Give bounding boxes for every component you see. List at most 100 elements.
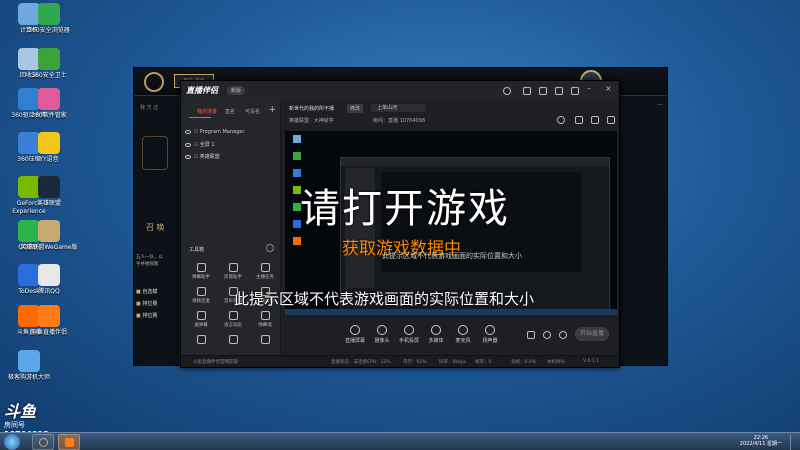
tool-icon <box>228 335 238 344</box>
status-item: V 6.1.1 <box>583 359 599 364</box>
tool-icon <box>260 335 270 344</box>
control-icon <box>431 325 441 335</box>
tool-item[interactable] <box>219 335 247 346</box>
control-button[interactable]: 多媒体 <box>422 325 450 344</box>
message-icon[interactable] <box>523 87 531 95</box>
status-left[interactable]: 斗鱼直播伴侣官网获取 <box>193 359 238 365</box>
start-button[interactable] <box>4 434 20 450</box>
lol-mode-item[interactable]: ■ 自选模 <box>136 286 157 298</box>
app-icon <box>18 350 40 372</box>
control-icon <box>458 325 468 335</box>
desktop-icon[interactable]: YY语音 <box>20 132 78 164</box>
tool-icon <box>196 287 206 296</box>
desktop-icon[interactable]: 360安全浏览器 <box>20 3 78 35</box>
category-input[interactable]: 上单山河 <box>371 104 425 112</box>
desktop-icon[interactable]: 360安全卫士 <box>20 48 78 80</box>
camera-settings-icon[interactable] <box>527 331 535 339</box>
tool-label: 弹幕助手 <box>192 275 210 280</box>
edit-title-button[interactable]: 修改 <box>347 104 364 113</box>
tool-item[interactable]: 语言动态 <box>219 311 247 328</box>
settings-gear-icon[interactable] <box>559 331 567 339</box>
visibility-eye-icon[interactable] <box>185 129 191 134</box>
control-label: 麦克风 <box>455 338 471 344</box>
stream-title: 新世代的我的所不播 <box>289 106 335 112</box>
lol-menu-dots[interactable]: ··· <box>657 102 663 109</box>
tab-my-scene[interactable]: 我的场景 <box>197 108 217 115</box>
fullscreen-icon[interactable] <box>557 116 565 124</box>
tab-third[interactable]: 可设名 <box>245 108 260 115</box>
tool-item[interactable]: 房管助手 <box>219 263 247 280</box>
system-clock[interactable]: 22:26 2022/4/11 星期一 <box>740 435 782 447</box>
show-desktop-button[interactable] <box>790 434 798 450</box>
lol-mode-item[interactable]: ■ 排位赛 <box>136 298 157 310</box>
settings-icon[interactable] <box>539 87 547 95</box>
room-info: 房间：直播 10704098 <box>373 118 426 124</box>
visibility-eye-icon[interactable] <box>185 154 191 159</box>
sub-category[interactable]: 英雄联盟 · 大神就学 <box>289 117 334 124</box>
lol-nav-item[interactable]: 我 方 过 <box>140 104 158 111</box>
control-button[interactable]: 直播屏幕 <box>341 325 369 344</box>
source-item[interactable]: ⊡ Program Manager <box>185 129 244 139</box>
active-tab-underline <box>189 117 211 118</box>
control-button[interactable]: 麦克风 <box>449 325 477 344</box>
start-live-button[interactable]: 开始直播 <box>575 327 609 341</box>
tool-item[interactable]: 弹幕助手 <box>187 263 215 280</box>
status-item: 内存：61% <box>403 360 427 365</box>
layout-icon[interactable] <box>591 116 599 124</box>
tool-item[interactable] <box>251 335 279 346</box>
desktop-icon-label: 极客购游机大师 <box>7 374 50 381</box>
control-button[interactable]: 摄像头 <box>368 325 396 344</box>
desktop-icon[interactable]: 斗鱼直播伴侣 <box>20 305 78 337</box>
desktop-icon[interactable]: 360软件管家 <box>20 88 78 120</box>
add-scene-icon[interactable]: + <box>268 105 276 115</box>
tab-second[interactable]: 直名 <box>225 108 235 115</box>
desktop-icon[interactable]: 腾讯QQ <box>20 264 78 296</box>
lol-left-panel: 我 方 过 召 唤 五人一队，以 手并摧毁敌 ■ 自选模 ■ 排位赛 ■ 排位赛 <box>134 96 180 365</box>
desktop-icon[interactable]: 英雄联盟 <box>20 176 78 208</box>
lol-right-panel: ··· <box>580 70 667 365</box>
source-item[interactable]: ⊡ 英雄联盟 <box>185 153 220 163</box>
desktop-icon-label: 英雄联盟 <box>36 200 61 207</box>
tool-item[interactable]: 弹幕墙 <box>251 311 279 328</box>
region-hint-small: 此提示区域不代表游戏画面的实际位置和大小 <box>382 252 522 260</box>
user-avatar-icon[interactable] <box>503 87 511 95</box>
expand-icon[interactable] <box>607 116 615 124</box>
tool-icon <box>196 335 206 344</box>
visibility-eye-icon[interactable] <box>185 142 191 147</box>
control-button[interactable]: 扬声器 <box>476 325 504 344</box>
version-badge[interactable]: 新版 <box>227 86 246 95</box>
control-label: 摄像头 <box>374 338 390 344</box>
tool-label: 弹幕墙 <box>258 323 272 328</box>
close-icon[interactable]: × <box>605 84 612 93</box>
status-item: 丢帧：0.0% <box>511 360 536 365</box>
status-item: 帧率：0 <box>475 360 492 365</box>
menu-icon[interactable] <box>571 87 579 95</box>
tool-item[interactable]: 视频连麦 <box>187 287 215 304</box>
tool-icon <box>196 263 206 272</box>
desktop-icon-label: 360安全浏览器 <box>28 27 70 34</box>
lol-mode-item[interactable]: ■ 排位赛 <box>136 310 157 322</box>
control-icon <box>404 325 414 335</box>
source-item[interactable]: ⊡ 全屏 1 <box>185 141 215 151</box>
desktop-icon-label: YY语音 <box>39 156 59 163</box>
tool-item[interactable]: 送弹幕 <box>187 311 215 328</box>
taskbar-lol-icon[interactable] <box>32 434 54 450</box>
lol-side-desc: 五人一队，以 手并摧毁敌 <box>136 255 163 267</box>
minimize-icon[interactable]: – <box>587 84 591 93</box>
tool-item[interactable] <box>187 335 215 346</box>
record-icon[interactable] <box>543 331 551 339</box>
desktop-icon[interactable]: 英雄联盟WeGame版 <box>20 220 78 252</box>
tool-icon <box>260 263 270 272</box>
share-icon[interactable] <box>575 116 583 124</box>
taskbar-douyu-icon[interactable] <box>58 434 80 450</box>
app-icon <box>38 220 60 242</box>
control-icon <box>485 325 495 335</box>
more-tools-icon[interactable] <box>266 244 274 252</box>
control-button[interactable]: 手机投屏 <box>395 325 423 344</box>
skin-icon[interactable] <box>555 87 563 95</box>
lol-logo-icon[interactable] <box>144 72 164 92</box>
desktop-icon[interactable]: 极客购游机大师 <box>0 350 58 382</box>
desktop-icon-label: 腾讯QQ <box>38 288 60 295</box>
tool-item[interactable]: 主播任务 <box>251 263 279 280</box>
clock-date: 2022/4/11 星期一 <box>739 441 782 447</box>
